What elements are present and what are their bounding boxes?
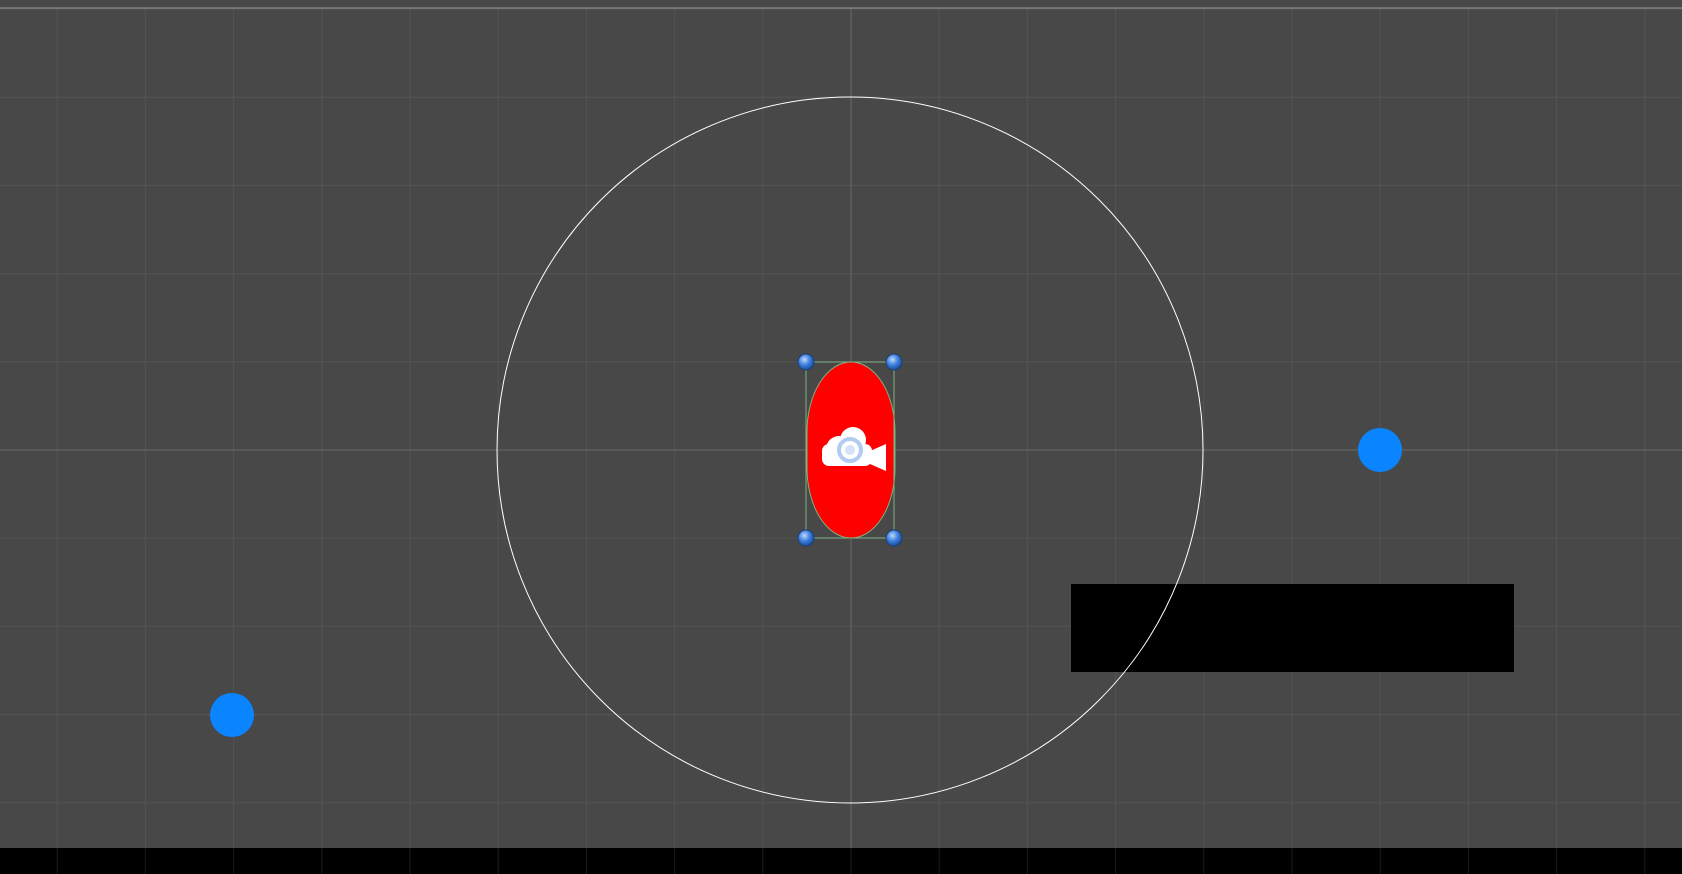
handle-dot-icon[interactable] — [885, 529, 903, 547]
collectible-dot-right[interactable] — [1358, 428, 1402, 472]
handle-dot-icon[interactable] — [797, 529, 815, 547]
bottom-bar — [0, 848, 1682, 874]
handle-dot-icon[interactable] — [885, 353, 903, 371]
platform-block[interactable] — [1071, 584, 1514, 672]
scene-view[interactable] — [0, 0, 1682, 874]
handle-dot-icon[interactable] — [797, 353, 815, 371]
collectible-dot-left[interactable] — [210, 693, 254, 737]
